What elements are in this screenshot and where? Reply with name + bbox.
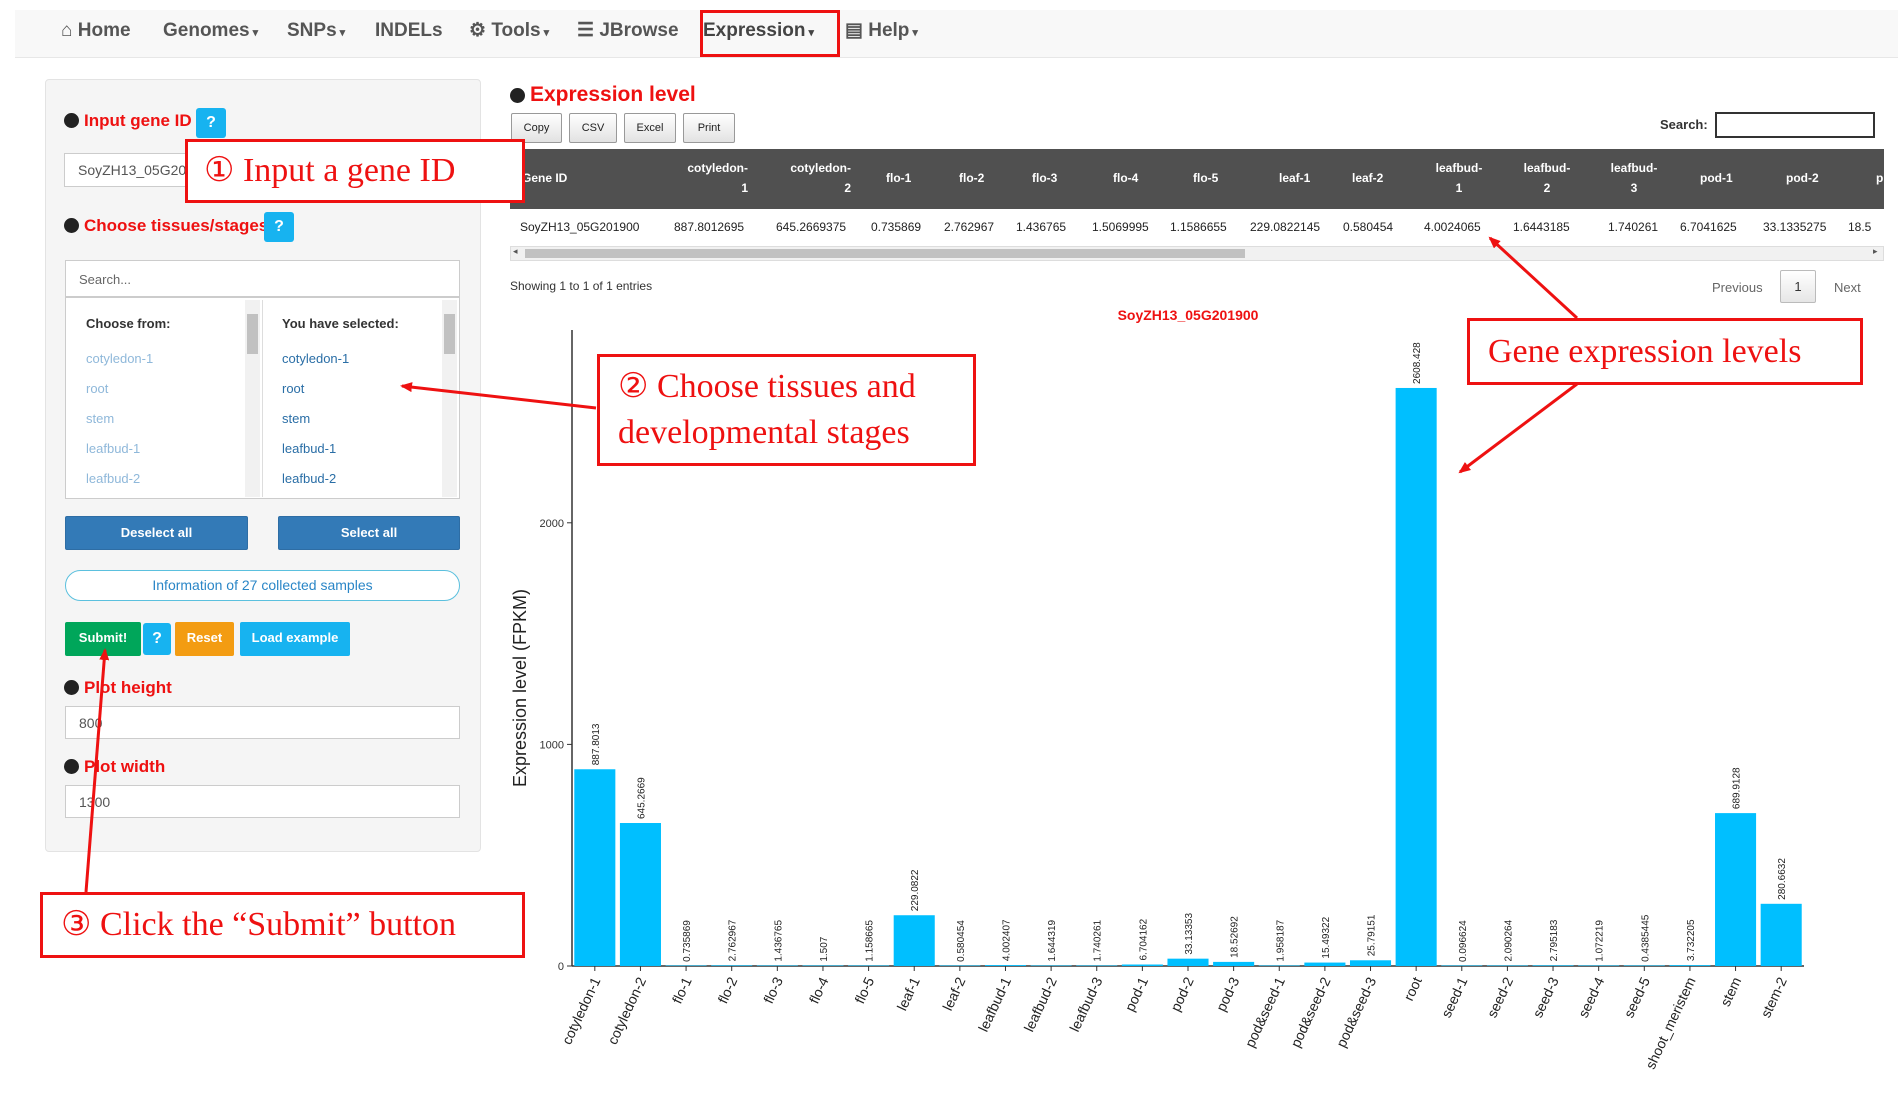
annotation-choose-line2: developmental stages — [618, 414, 910, 451]
annotation-choose-tissues: ② Choose tissues and developmental stage… — [597, 354, 976, 466]
annotation-choose-line1: ② Choose tissues and — [618, 368, 916, 405]
arrow-to-chart — [1458, 382, 1578, 474]
annotation-expression-levels: Gene expression levels — [1467, 318, 1863, 385]
arrow-to-table — [1488, 236, 1579, 320]
annotation-click-submit: ③ Click the “Submit” button — [40, 892, 525, 958]
arrow-to-submit — [84, 648, 110, 893]
annotation-input-gene: ① Input a gene ID — [185, 139, 525, 203]
arrow-to-selected-list — [400, 382, 597, 410]
